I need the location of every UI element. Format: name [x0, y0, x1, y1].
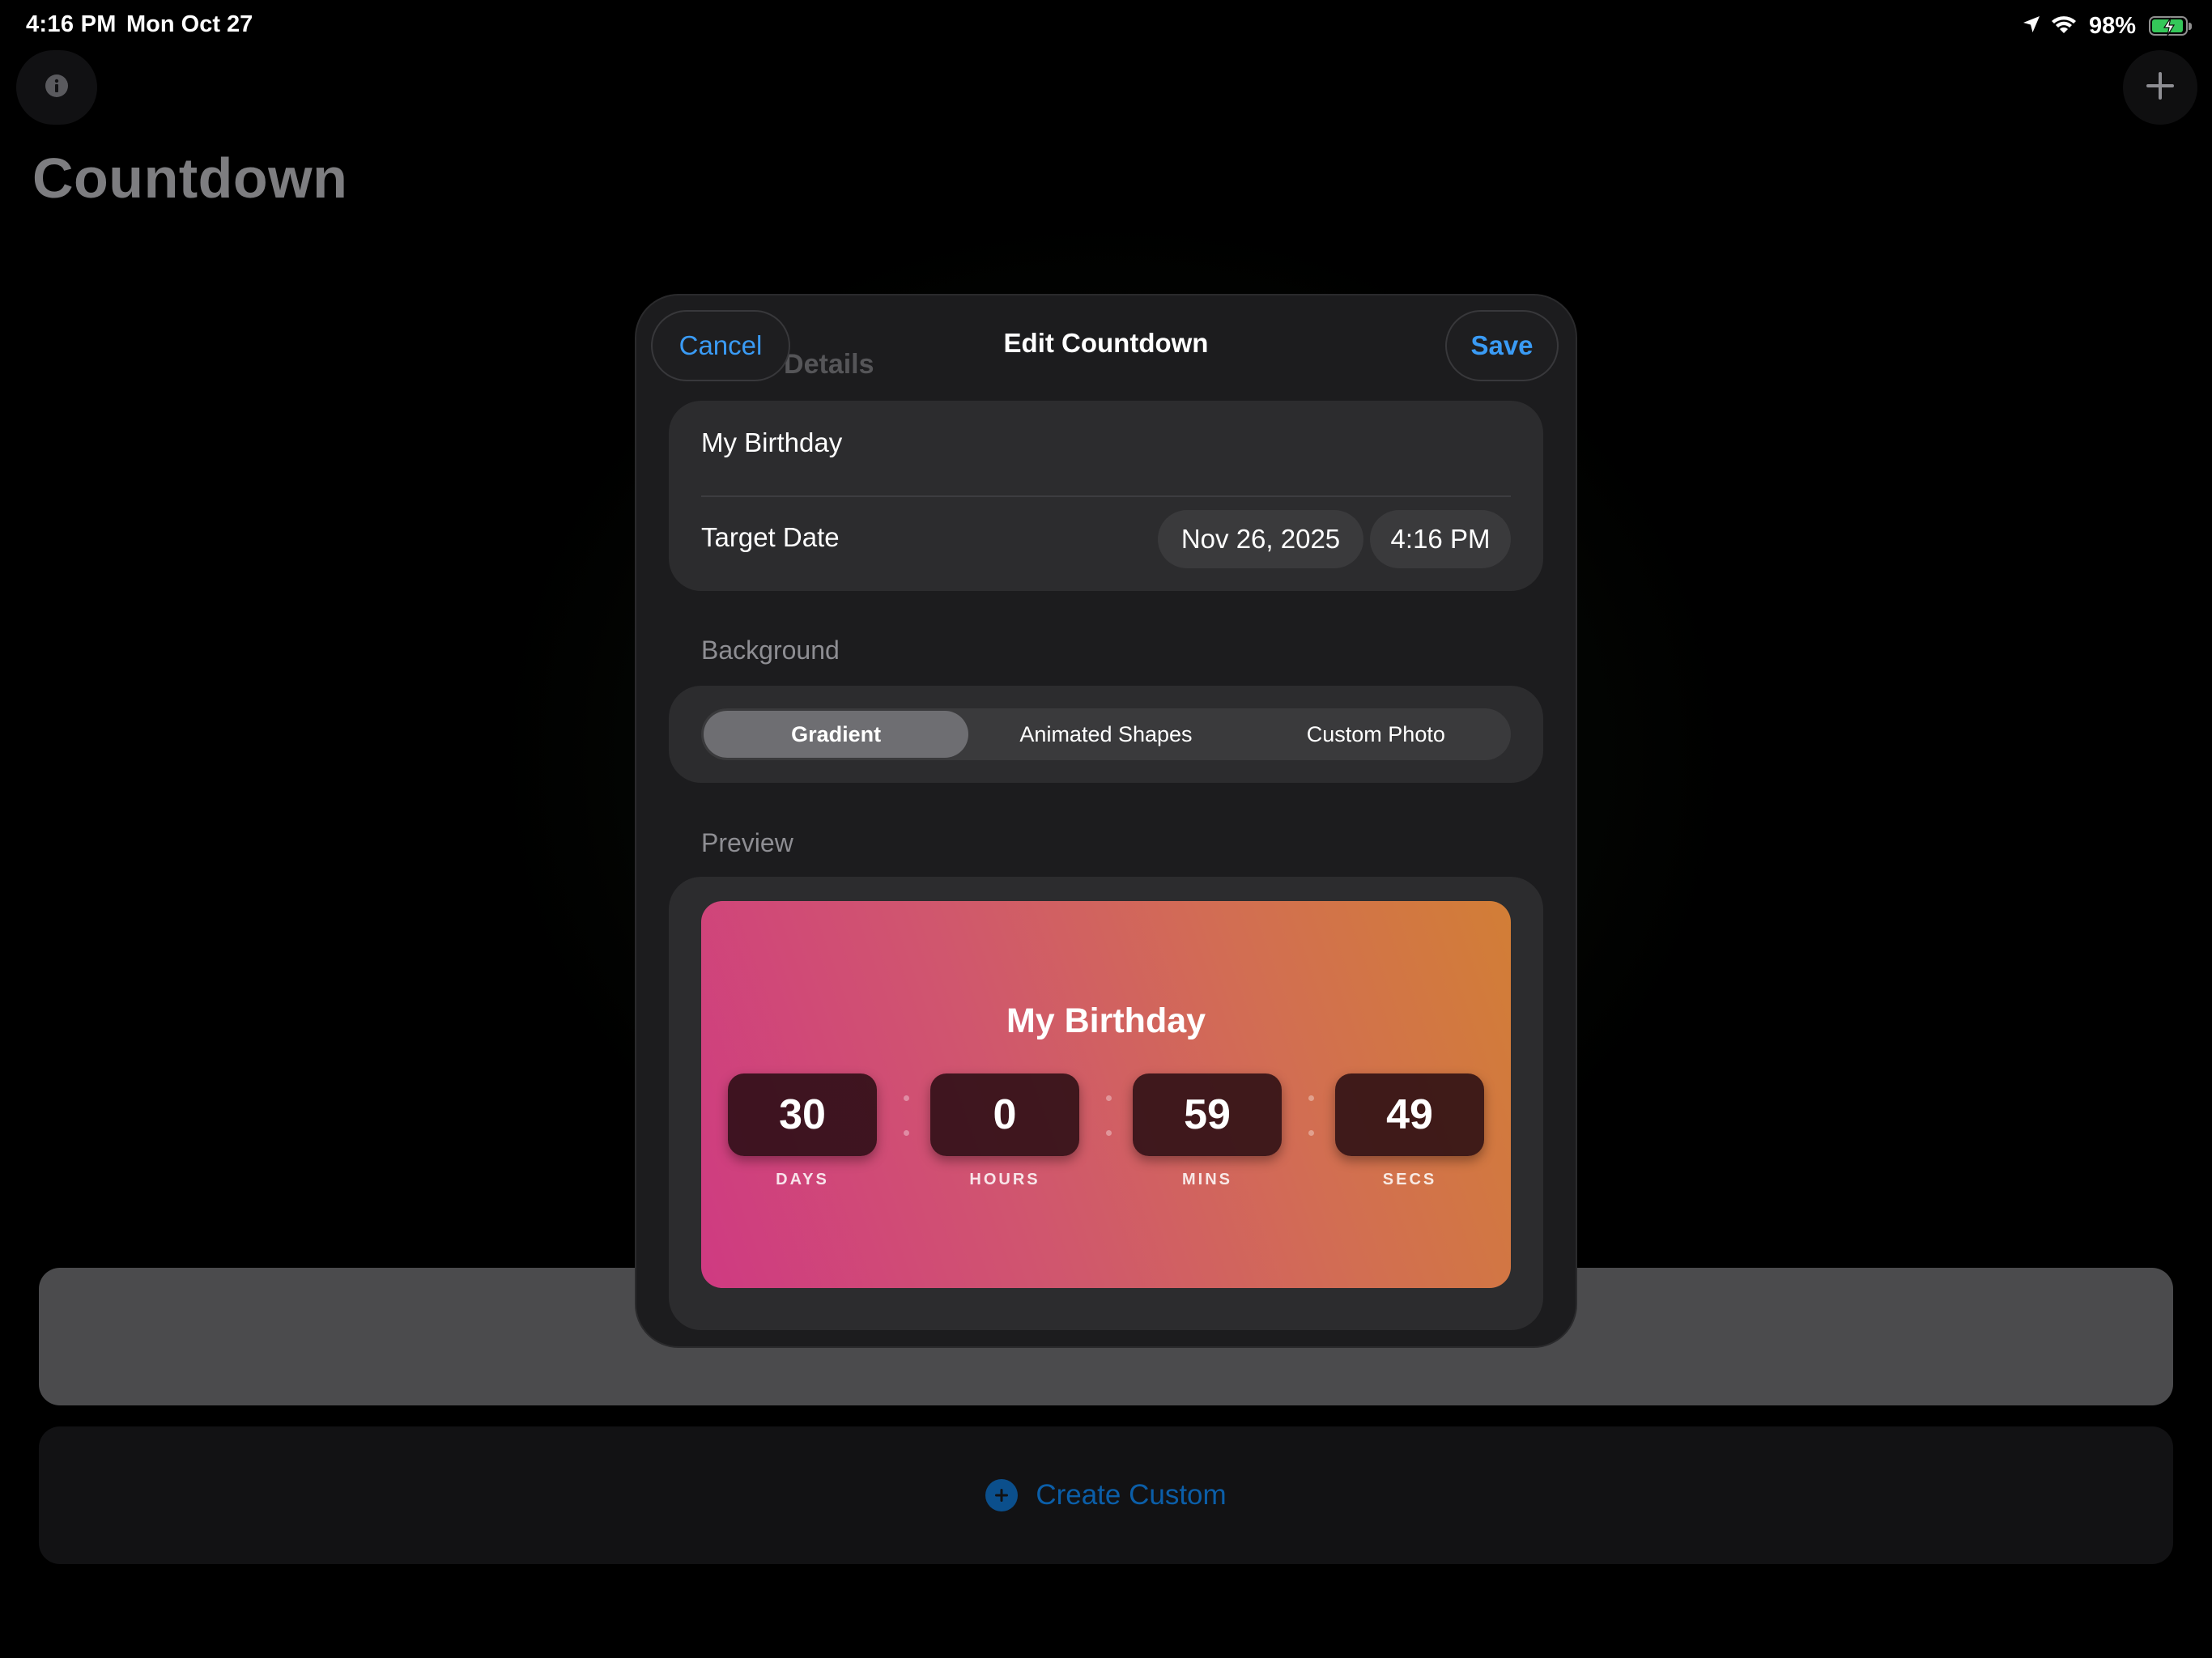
- mins-unit: 59 MINS: [1133, 1073, 1282, 1189]
- segment-custom-photo[interactable]: Custom Photo: [1244, 711, 1508, 758]
- colon-separator: [901, 1095, 911, 1136]
- target-date-label: Target Date: [701, 522, 840, 552]
- plus-icon: [2144, 70, 2176, 106]
- countdown-preview-card: My Birthday 30 DAYS 0 HOURS 59 MINS 49 S…: [701, 901, 1511, 1288]
- create-custom-button[interactable]: Create Custom: [39, 1426, 2173, 1564]
- status-date: Mon Oct 27: [126, 11, 253, 37]
- segment-animated-shapes[interactable]: Animated Shapes: [973, 711, 1238, 758]
- preview-section-label: Preview: [701, 828, 793, 857]
- hours-value: 0: [930, 1073, 1079, 1156]
- background-group: Gradient Animated Shapes Custom Photo: [669, 686, 1543, 783]
- info-button[interactable]: [16, 50, 97, 125]
- background-section-label: Background: [701, 636, 840, 665]
- mins-label: MINS: [1182, 1171, 1232, 1188]
- secs-label: SECS: [1382, 1171, 1437, 1188]
- mins-value: 59: [1133, 1073, 1282, 1156]
- colon-separator: [1306, 1095, 1316, 1136]
- segment-gradient[interactable]: Gradient: [704, 711, 969, 758]
- divider: [701, 495, 1511, 497]
- status-time: 4:16 PM: [26, 11, 117, 37]
- wifi-icon: [2050, 14, 2078, 39]
- hours-unit: 0 HOURS: [930, 1073, 1079, 1189]
- time-picker-button[interactable]: 4:16 PM: [1370, 510, 1511, 568]
- location-arrow-icon: [2021, 14, 2042, 39]
- add-countdown-button[interactable]: [2123, 50, 2197, 125]
- save-button[interactable]: Save: [1445, 310, 1559, 381]
- edit-countdown-sheet: Event Details Cancel Edit Countdown Save…: [636, 295, 1576, 1346]
- status-bar: 4:16 PM Mon Oct 27 98%: [0, 0, 2212, 52]
- battery-charging-icon: [2149, 16, 2192, 36]
- days-unit: 30 DAYS: [728, 1073, 877, 1189]
- create-custom-label: Create Custom: [1036, 1479, 1227, 1511]
- preview-group: My Birthday 30 DAYS 0 HOURS 59 MINS 49 S…: [669, 877, 1543, 1330]
- days-value: 30: [728, 1073, 877, 1156]
- secs-unit: 49 SECS: [1335, 1073, 1484, 1189]
- plus-circle-icon: [985, 1479, 1019, 1511]
- event-details-group: My Birthday Target Date Nov 26, 2025 4:1…: [669, 401, 1543, 591]
- colon-separator: [1104, 1095, 1113, 1136]
- date-picker-button[interactable]: Nov 26, 2025: [1158, 510, 1363, 568]
- status-indicators: 98%: [2021, 10, 2192, 42]
- days-label: DAYS: [776, 1171, 829, 1188]
- secs-value: 49: [1335, 1073, 1484, 1156]
- countdown-name-field[interactable]: My Birthday: [701, 427, 842, 458]
- background-segmented-control: Gradient Animated Shapes Custom Photo: [701, 708, 1511, 760]
- battery-percentage: 98%: [2088, 12, 2136, 39]
- hours-label: HOURS: [969, 1171, 1040, 1188]
- info-icon: [45, 74, 69, 102]
- preview-title: My Birthday: [1006, 1001, 1206, 1040]
- page-title: Countdown: [32, 147, 348, 210]
- sheet-title: Edit Countdown: [1003, 328, 1209, 358]
